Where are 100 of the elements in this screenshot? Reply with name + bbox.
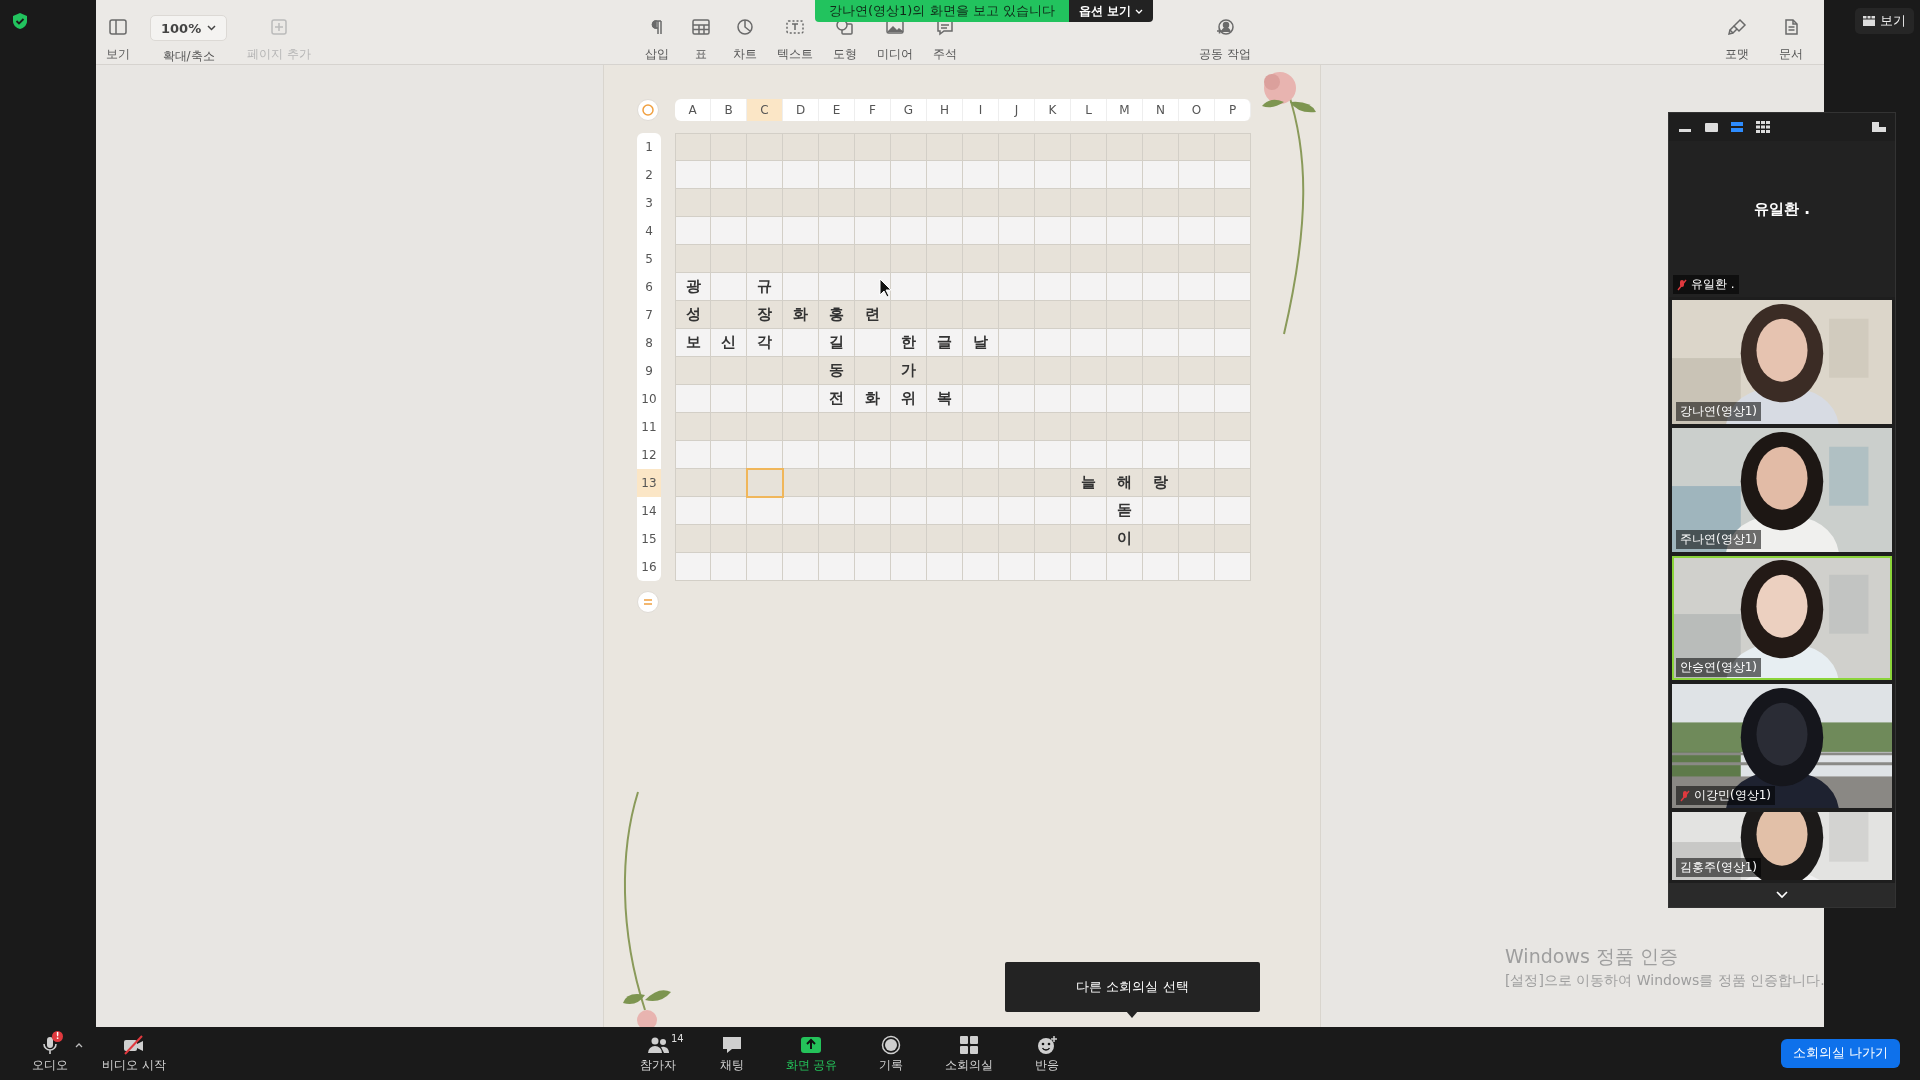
table-cell[interactable]: [1071, 301, 1107, 329]
column-header[interactable]: M: [1107, 99, 1143, 121]
table-cell[interactable]: [1143, 441, 1179, 469]
table-cell[interactable]: [963, 413, 999, 441]
table-cell[interactable]: [855, 525, 891, 553]
table-cell[interactable]: [1035, 133, 1071, 161]
column-header[interactable]: K: [1035, 99, 1071, 121]
reaction-button[interactable]: 반응: [1017, 1034, 1078, 1073]
table-cell[interactable]: [1143, 329, 1179, 357]
table-cell[interactable]: [747, 553, 783, 581]
table-cell[interactable]: [675, 497, 711, 525]
table-cell[interactable]: [999, 245, 1035, 273]
table-cell[interactable]: [855, 189, 891, 217]
table-cell[interactable]: [891, 217, 927, 245]
table-cell[interactable]: 각: [747, 329, 783, 357]
table-cell[interactable]: [855, 329, 891, 357]
table-cell[interactable]: [855, 441, 891, 469]
table-cell[interactable]: [1179, 469, 1215, 497]
table-cell[interactable]: [675, 217, 711, 245]
table-cell[interactable]: [819, 133, 855, 161]
table-cell[interactable]: [819, 525, 855, 553]
table-cell[interactable]: [855, 217, 891, 245]
table-cell[interactable]: [999, 525, 1035, 553]
column-header[interactable]: J: [999, 99, 1035, 121]
table-cell[interactable]: [1035, 469, 1071, 497]
table-cell[interactable]: [891, 245, 927, 273]
table-cell[interactable]: [1071, 245, 1107, 273]
table-cell[interactable]: [1107, 273, 1143, 301]
table-cell[interactable]: [1071, 441, 1107, 469]
table-cell[interactable]: [1215, 553, 1251, 581]
table-cell[interactable]: [855, 245, 891, 273]
add-row-handle[interactable]: [637, 591, 659, 613]
table-cell[interactable]: [675, 189, 711, 217]
row-header[interactable]: 4: [637, 217, 661, 245]
table-cell[interactable]: [927, 161, 963, 189]
row-header[interactable]: 8: [637, 329, 661, 357]
table-cell[interactable]: [963, 385, 999, 413]
toolbar-button[interactable]: 포맷: [1712, 18, 1762, 60]
table-cell[interactable]: [1215, 273, 1251, 301]
table-cell[interactable]: [999, 553, 1035, 581]
video-off-button[interactable]: 비디오 시작: [92, 1034, 176, 1073]
table-cell[interactable]: [711, 441, 747, 469]
table-cell[interactable]: [819, 441, 855, 469]
table-cell[interactable]: [711, 301, 747, 329]
table-cell[interactable]: [1071, 553, 1107, 581]
rooms-button[interactable]: 소회의실: [935, 1034, 1004, 1073]
table-cell[interactable]: [963, 189, 999, 217]
table-handle[interactable]: [637, 99, 659, 121]
table-cell[interactable]: [1035, 525, 1071, 553]
table-cell[interactable]: [1143, 553, 1179, 581]
table-cell[interactable]: [1143, 161, 1179, 189]
table-cell[interactable]: [1071, 385, 1107, 413]
table-cell[interactable]: [783, 273, 819, 301]
table-cell[interactable]: [747, 217, 783, 245]
table-cell[interactable]: [675, 245, 711, 273]
table-cell[interactable]: [819, 161, 855, 189]
toolbar-button[interactable]: 차트: [725, 18, 765, 60]
table-cell[interactable]: [1179, 357, 1215, 385]
table-cell[interactable]: [1179, 497, 1215, 525]
table-cell[interactable]: [747, 497, 783, 525]
table-cell[interactable]: [891, 273, 927, 301]
table-cell[interactable]: [1179, 525, 1215, 553]
table-cell[interactable]: [747, 525, 783, 553]
selected-cell[interactable]: [747, 469, 783, 497]
column-header[interactable]: D: [783, 99, 819, 121]
table-cell[interactable]: 성: [675, 301, 711, 329]
table-cell[interactable]: [1179, 301, 1215, 329]
table-cell[interactable]: [1035, 329, 1071, 357]
table-cell[interactable]: [1035, 497, 1071, 525]
table-cell[interactable]: [1143, 385, 1179, 413]
table-cell[interactable]: [1107, 441, 1143, 469]
table-cell[interactable]: [1035, 413, 1071, 441]
table-cell[interactable]: [1179, 245, 1215, 273]
table-cell[interactable]: [963, 217, 999, 245]
table-cell[interactable]: [1035, 357, 1071, 385]
table-cell[interactable]: [819, 273, 855, 301]
table-cell[interactable]: [1035, 245, 1071, 273]
table-cell[interactable]: 전: [819, 385, 855, 413]
table-cell[interactable]: [675, 385, 711, 413]
table-cell[interactable]: [999, 273, 1035, 301]
table-cell[interactable]: [1035, 385, 1071, 413]
table-cell[interactable]: [783, 553, 819, 581]
table-cell[interactable]: [891, 133, 927, 161]
column-header[interactable]: F: [855, 99, 891, 121]
table-cell[interactable]: [711, 497, 747, 525]
table-cell[interactable]: [747, 441, 783, 469]
table-cell[interactable]: [963, 497, 999, 525]
row-header[interactable]: 10: [637, 385, 661, 413]
table-cell[interactable]: [1107, 245, 1143, 273]
table-cell[interactable]: [1035, 161, 1071, 189]
table-cell[interactable]: [1107, 161, 1143, 189]
row-header[interactable]: 7: [637, 301, 661, 329]
table-cell[interactable]: [1215, 301, 1251, 329]
table-cell[interactable]: [999, 133, 1035, 161]
table-cell[interactable]: [747, 385, 783, 413]
table-cell[interactable]: [1215, 413, 1251, 441]
table-cell[interactable]: [675, 413, 711, 441]
table-cell[interactable]: [783, 441, 819, 469]
toolbar-button[interactable]: 공동 작업: [1191, 18, 1259, 60]
column-header[interactable]: B: [711, 99, 747, 121]
